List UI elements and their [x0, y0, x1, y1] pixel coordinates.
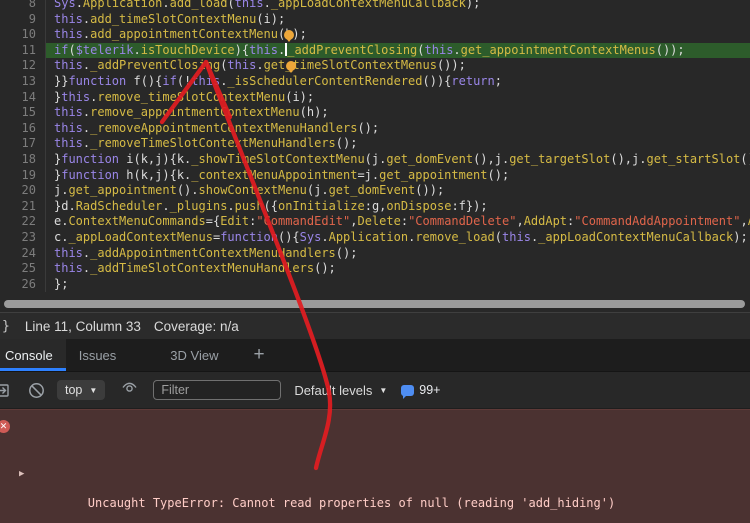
chevron-down-icon: ▼ — [89, 385, 98, 395]
clear-console-icon[interactable] — [28, 382, 45, 399]
code-text: }function h(k,j){k._contextMenuAppointme… — [54, 167, 510, 182]
filter-input[interactable] — [153, 380, 282, 400]
code-text: e.ContextMenuCommands={Edit:"CommandEdit… — [54, 214, 750, 229]
devtools-window: 8 Sys.Application.add_load(this._appLoadC… — [0, 0, 750, 523]
scrollbar-thumb[interactable] — [4, 299, 745, 308]
expand-triangle-icon[interactable]: ▶ — [19, 467, 24, 483]
line-number[interactable]: 20 — [0, 183, 46, 199]
code-text: }}function f(){if(!this._isSchedulerCont… — [54, 73, 502, 88]
console-sidebar-icon[interactable] — [0, 382, 10, 404]
line-number[interactable]: 9 — [0, 11, 46, 28]
code-line[interactable]: 14 }this.remove_timeSlotContextMenu(i); — [0, 89, 750, 106]
line-number[interactable]: 13 — [0, 73, 46, 90]
line-number[interactable]: 26 — [0, 276, 46, 293]
code-text: this._removeAppointmentContextMenuHandle… — [54, 120, 380, 135]
code-line[interactable]: 12 this._addPreventClosing(this.get_timeS… — [0, 58, 750, 74]
code-text: j.get_appointment().showContextMenu(j.ge… — [54, 183, 445, 198]
line-number[interactable]: 14 — [0, 89, 46, 106]
code-text: this._removeTimeSlotContextMenuHandlers(… — [54, 136, 358, 151]
context-selector[interactable]: top ▼ — [57, 380, 106, 400]
line-number[interactable]: 17 — [0, 136, 46, 152]
code-line[interactable]: 21 }d.RadScheduler._plugins.push({onIniti… — [0, 198, 750, 215]
code-line[interactable]: 8 Sys.Application.add_load(this._appLoadC… — [0, 0, 750, 12]
code-line[interactable]: 17 this._removeTimeSlotContextMenuHandler… — [0, 136, 750, 152]
code-text: Sys.Application.add_load(this._appLoadCo… — [54, 0, 481, 10]
cursor-position-label: Line 11, Column 33 — [24, 318, 141, 334]
line-number[interactable]: 18 — [0, 151, 46, 168]
code-line[interactable]: 25 this._addTimeSlotContextMenuHandlers()… — [0, 261, 750, 277]
code-text: }this.remove_timeSlotContextMenu(i); — [54, 89, 315, 104]
line-number[interactable]: 10 — [0, 27, 46, 43]
code-line[interactable]: 26}; — [0, 276, 750, 293]
code-line[interactable]: 16 this._removeAppointmentContextMenuHand… — [0, 120, 750, 137]
horizontal-scrollbar[interactable] — [0, 296, 750, 312]
code-text: }; — [54, 276, 69, 291]
inline-breakpoint-marker[interactable] — [286, 60, 296, 74]
coverage-label: Coverage: n/a — [153, 318, 239, 334]
code-text: }d.RadScheduler._plugins.push({onInitial… — [54, 198, 488, 213]
line-number[interactable]: 21 — [0, 198, 46, 215]
inline-breakpoint-marker[interactable] — [284, 29, 294, 43]
editor-status-bar: } Line 11, Column 33 Coverage: n/a — [0, 312, 750, 339]
code-text: this.add_timeSlotContextMenu(i); — [54, 11, 286, 26]
code-line[interactable]: 20 j.get_appointment().showContextMenu(j.… — [0, 183, 750, 199]
code-line[interactable]: 23 c._appLoadContextMenus=function(){Sys.… — [0, 229, 750, 246]
source-editor[interactable]: 8 Sys.Application.add_load(this._appLoadC… — [0, 0, 750, 296]
code-line[interactable]: 18 }function i(k,j){k._showTimeSlotContex… — [0, 151, 750, 168]
code-text: this._addTimeSlotContextMenuHandlers(); — [54, 261, 336, 276]
code-line[interactable]: 19 }function h(k,j){k._contextMenuAppoint… — [0, 167, 750, 184]
code-lines: 8 Sys.Application.add_load(this._appLoadC… — [0, 0, 750, 293]
line-number[interactable]: 11 — [0, 42, 46, 59]
chevron-down-icon: ▼ — [379, 385, 388, 395]
pretty-print-icon[interactable]: } — [2, 319, 10, 334]
code-line[interactable]: 22 e.ContextMenuCommands={Edit:"CommandEd… — [0, 214, 750, 230]
log-levels-dropdown[interactable]: Default levels ▼ — [294, 383, 387, 398]
code-line[interactable]: 13 }}function f(){if(!this._isSchedulerCo… — [0, 73, 750, 90]
console-tab-bar: Console Issues 3D View + — [0, 339, 750, 372]
line-number[interactable]: 22 — [0, 214, 46, 230]
tab-strip: Console Issues 3D View — [0, 339, 231, 371]
line-number[interactable]: 12 — [0, 58, 46, 74]
code-text: this._addPreventClosing(this.get_timeSlo… — [54, 58, 466, 73]
line-number[interactable]: 24 — [0, 245, 46, 262]
code-text: if($telerik.isTouchDevice){this. _addPrev… — [46, 42, 750, 59]
add-tab-button[interactable]: + — [245, 339, 272, 371]
live-expression-eye-icon[interactable] — [120, 379, 139, 401]
tab-3d-view[interactable]: 3D View — [157, 339, 231, 371]
speech-bubble-icon — [401, 384, 415, 399]
code-text: this._addAppointmentContextMenuHandlers(… — [54, 245, 358, 260]
code-text: this.add_appointmentContextMenu(h); — [54, 27, 307, 42]
code-line[interactable]: 10 this.add_appointmentContextMenu(h); — [0, 27, 750, 43]
line-number[interactable]: 23 — [0, 229, 46, 246]
error-message-block: ✕ ▶ Uncaught TypeError: Cannot read prop… — [0, 410, 750, 523]
code-line[interactable]: 15 this.remove_appointmentContextMenu(h); — [0, 105, 750, 121]
console-toolbar: top▼ Default levels▼ 99+ — [0, 372, 750, 409]
code-line[interactable]: 11 if($telerik.isTouchDevice){this. _addPr… — [0, 42, 750, 59]
line-number[interactable]: 16 — [0, 120, 46, 137]
code-line[interactable]: 9 this.add_timeSlotContextMenu(i); — [0, 11, 750, 28]
line-number[interactable]: 19 — [0, 167, 46, 184]
message-count-badge[interactable]: 99+ — [401, 383, 441, 399]
console-messages: ✕ ▶ Uncaught TypeError: Cannot read prop… — [0, 409, 750, 523]
line-number[interactable]: 8 — [0, 0, 46, 12]
tab-console[interactable]: Console — [0, 339, 66, 371]
code-text: this.remove_appointmentContextMenu(h); — [54, 105, 329, 120]
code-text: c._appLoadContextMenus=function(){Sys.Ap… — [54, 229, 748, 244]
code-line[interactable]: 24 this._addAppointmentContextMenuHandler… — [0, 245, 750, 262]
error-icon: ✕ — [0, 420, 10, 433]
error-message: ▶ Uncaught TypeError: Cannot read proper… — [19, 467, 616, 510]
line-number[interactable]: 15 — [0, 105, 46, 121]
code-text: }function i(k,j){k._showTimeSlotContextM… — [54, 151, 750, 166]
line-number[interactable]: 25 — [0, 261, 46, 277]
tab-issues[interactable]: Issues — [66, 339, 130, 371]
